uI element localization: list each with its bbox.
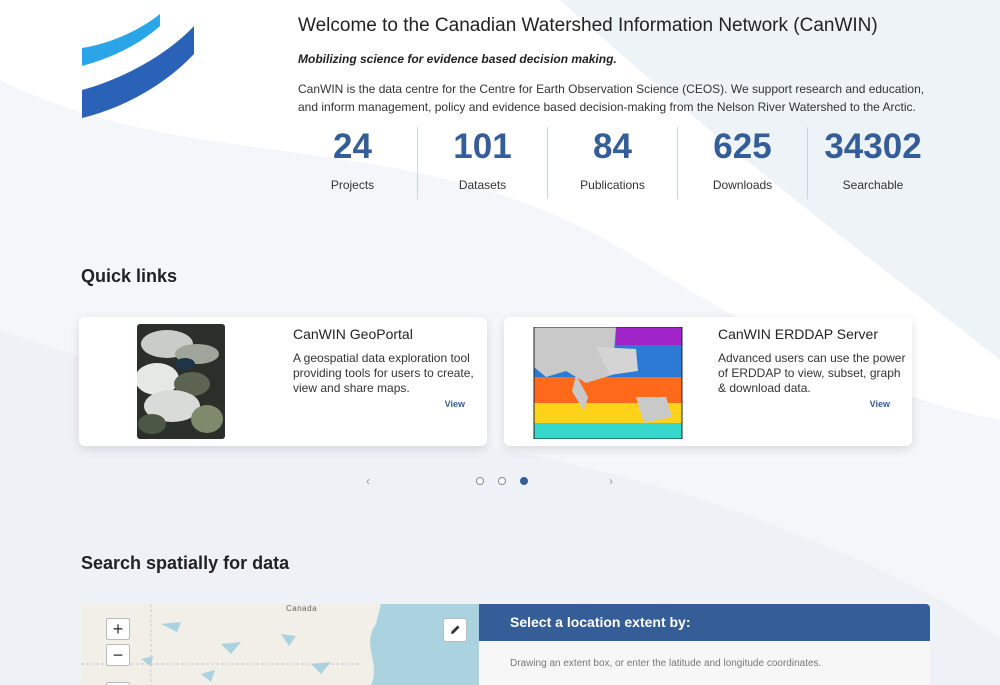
stat-value: 34302 <box>824 127 922 166</box>
carousel-dot-3[interactable] <box>520 477 528 485</box>
card-description: A geospatial data exploration tool provi… <box>293 351 474 395</box>
hero: Welcome to the Canadian Watershed Inform… <box>298 14 938 116</box>
stats-bar: 24 Projects 101 Datasets 84 Publications… <box>288 127 938 199</box>
stat-value: 84 <box>593 127 632 166</box>
zoom-out-button[interactable]: − <box>106 644 130 666</box>
view-link-geoportal[interactable]: View <box>445 399 465 409</box>
stat-label: Publications <box>580 178 645 192</box>
stat-projects: 24 Projects <box>288 127 418 199</box>
view-link-erddap[interactable]: View <box>870 399 890 409</box>
panel-text: Drawing an extent box, or enter the lati… <box>510 658 822 669</box>
card-title: CanWIN GeoPortal <box>293 326 413 342</box>
edit-extent-button[interactable] <box>443 618 467 642</box>
stat-label: Searchable <box>842 178 904 192</box>
carousel-next-icon[interactable]: › <box>609 474 613 488</box>
pencil-icon <box>451 625 460 634</box>
stat-downloads: 625 Downloads <box>678 127 808 199</box>
zoom-in-button[interactable]: + <box>106 618 130 640</box>
spatial-search-title: Search spatially for data <box>81 553 290 573</box>
carousel-prev-icon[interactable]: ‹ <box>366 474 370 488</box>
card-description: Advanced users can use the power of ERDD… <box>718 351 906 395</box>
stat-value: 101 <box>453 127 512 166</box>
stat-searchable: 34302 Searchable <box>808 127 938 199</box>
quick-link-card-erddap[interactable]: CanWIN ERDDAP Server Advanced users can … <box>504 317 912 446</box>
map-place-label: Canada <box>286 604 318 613</box>
canwin-logo[interactable] <box>80 14 196 118</box>
extent-panel: Select a location extent by: Drawing an … <box>479 604 930 685</box>
quick-link-card-geoportal[interactable]: CanWIN GeoPortal A geospatial data explo… <box>79 317 487 446</box>
stat-label: Datasets <box>458 178 507 192</box>
carousel-dots <box>476 477 528 485</box>
card-body: CanWIN GeoPortal A geospatial data explo… <box>293 326 481 396</box>
tagline: Mobilizing science for evidence based de… <box>298 52 617 66</box>
carousel-dot-1[interactable] <box>476 477 484 485</box>
sst-map-image <box>526 327 684 439</box>
map-view[interactable]: Canada + − <box>81 604 479 685</box>
description: CanWIN is the data centre for the Centre… <box>298 82 925 114</box>
stat-label: Projects <box>330 178 375 192</box>
stat-datasets: 101 Datasets <box>418 127 548 199</box>
quick-links-title: Quick links <box>81 266 178 286</box>
carousel-dot-2[interactable] <box>498 477 506 485</box>
card-title: CanWIN ERDDAP Server <box>718 326 879 342</box>
panel-heading: Select a location extent by: <box>479 604 930 641</box>
page: Welcome to the Canadian Watershed Inform… <box>0 0 1000 685</box>
stat-value: 625 <box>713 127 772 166</box>
card-body: CanWIN ERDDAP Server Advanced users can … <box>718 326 906 396</box>
stat-publications: 84 Publications <box>548 127 678 199</box>
stat-label: Downloads <box>712 178 773 192</box>
stat-value: 24 <box>333 127 372 166</box>
page-title: Welcome to the Canadian Watershed Inform… <box>298 15 878 36</box>
map-tiles <box>81 604 479 685</box>
satellite-image <box>137 324 225 439</box>
